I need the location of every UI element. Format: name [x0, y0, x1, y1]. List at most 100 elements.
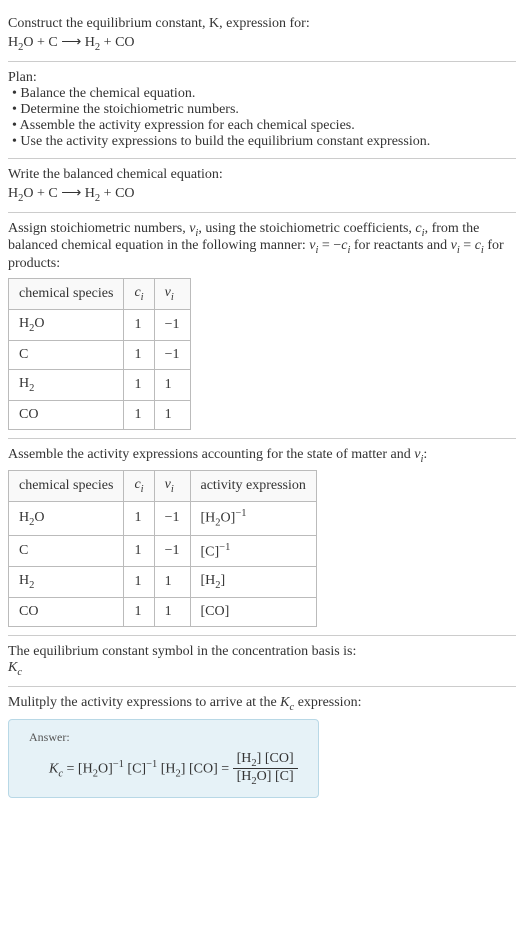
sup: −1: [235, 508, 246, 519]
intro-prompt: Construct the equilibrium constant, K, e…: [8, 16, 516, 32]
term: [H: [237, 751, 252, 766]
col-header: ci: [124, 471, 154, 502]
plan-bullet: • Use the activity expressions to build …: [8, 134, 516, 150]
text: O: [34, 316, 44, 331]
term: O]: [98, 761, 113, 776]
table-row: H2O 1 −1 [H2O]−1: [9, 502, 317, 535]
activity-table: chemical species ci νi activity expressi…: [8, 470, 317, 627]
activity-intro: Assemble the activity expressions accoun…: [8, 447, 516, 465]
cell: H2O: [9, 309, 124, 340]
answer-box: Answer: Kc = [H2O]−1 [C]−1 [H2] [CO] = […: [8, 719, 319, 799]
balanced-section: Write the balanced chemical equation: H2…: [8, 159, 516, 213]
cell: 1: [154, 598, 190, 627]
balanced-title: Write the balanced chemical equation:: [8, 167, 516, 183]
stoich-table: chemical species ci νi H2O 1 −1 C 1 −1 H…: [8, 278, 191, 429]
multiply-section: Mulitply the activity expressions to arr…: [8, 687, 516, 806]
cell: CO: [9, 400, 124, 429]
plan-bullet: • Assemble the activity expression for e…: [8, 118, 516, 134]
sub: i: [141, 484, 144, 495]
cell: 1: [154, 567, 190, 598]
term: [H: [78, 761, 93, 776]
col-header: activity expression: [190, 471, 316, 502]
intro-section: Construct the equilibrium constant, K, e…: [8, 8, 516, 62]
cell: H2: [9, 567, 124, 598]
cell: 1: [154, 400, 190, 429]
denominator: [H2O] [C]: [233, 769, 298, 787]
col-header: νi: [154, 279, 190, 310]
text: Assign stoichiometric numbers,: [8, 221, 189, 236]
numerator: [H2] [CO]: [233, 751, 298, 770]
kc-symbol: Kc: [8, 660, 516, 678]
plan-bullet: • Balance the chemical equation.: [8, 86, 516, 102]
cell: 1: [124, 502, 154, 535]
eq-part: H: [8, 35, 18, 50]
plan-bullet: • Determine the stoichiometric numbers.: [8, 102, 516, 118]
cell: 1: [124, 309, 154, 340]
cell: 1: [124, 340, 154, 369]
text: [C]: [201, 544, 220, 559]
text: O]: [221, 511, 236, 526]
col-header: chemical species: [9, 471, 124, 502]
col-header: chemical species: [9, 279, 124, 310]
cell: CO: [9, 598, 124, 627]
sup: −1: [113, 759, 124, 770]
term: [CO]: [189, 761, 218, 776]
symbol-section: The equilibrium constant symbol in the c…: [8, 636, 516, 687]
cell: −1: [154, 535, 190, 567]
cell: [H2]: [190, 567, 316, 598]
text: H: [19, 510, 29, 525]
eq-part: O + C: [23, 35, 57, 50]
term: ] [CO]: [257, 751, 294, 766]
table-row: H2 1 1 [H2]: [9, 567, 317, 598]
arrow: ⟶: [58, 186, 85, 201]
plan-section: Plan: • Balance the chemical equation. •…: [8, 62, 516, 159]
sub: 2: [29, 383, 34, 394]
table-row: CO 1 1 [CO]: [9, 598, 317, 627]
col-header: ci: [124, 279, 154, 310]
multiply-text: Mulitply the activity expressions to arr…: [8, 695, 516, 713]
cell: [C]−1: [190, 535, 316, 567]
eq-part: H: [85, 186, 95, 201]
text: :: [423, 447, 427, 462]
sub: 2: [29, 580, 34, 591]
eq: =: [218, 761, 233, 776]
cell: H2O: [9, 502, 124, 535]
arrow: ⟶: [58, 35, 85, 50]
cell: −1: [154, 502, 190, 535]
balanced-equation: H2O + C ⟶ H2 + CO: [8, 185, 516, 204]
answer-label: Answer:: [29, 730, 298, 745]
text: [H: [201, 573, 216, 588]
symbol-text: The equilibrium constant symbol in the c…: [8, 644, 516, 660]
table-row: H2O 1 −1: [9, 309, 191, 340]
fraction: [H2] [CO][H2O] [C]: [233, 751, 298, 788]
sub: i: [141, 292, 144, 303]
cell: [H2O]−1: [190, 502, 316, 535]
cell: −1: [154, 309, 190, 340]
stoich-intro: Assign stoichiometric numbers, νi, using…: [8, 221, 516, 273]
k: K: [8, 660, 17, 675]
text: H: [19, 316, 29, 331]
plan-title: Plan:: [8, 70, 516, 86]
cell: −1: [154, 340, 190, 369]
table-row: CO 1 1: [9, 400, 191, 429]
cell: 1: [124, 567, 154, 598]
cell: [CO]: [190, 598, 316, 627]
cell: 1: [124, 369, 154, 400]
text: for reactants and: [350, 238, 450, 253]
sub: i: [171, 292, 174, 303]
text: O: [34, 510, 44, 525]
eq-part: H: [8, 186, 18, 201]
cell: 1: [154, 369, 190, 400]
kc-expression: Kc = [H2O]−1 [C]−1 [H2] [CO] = [H2] [CO]…: [29, 751, 298, 788]
term: O] [C]: [257, 769, 294, 784]
cell: C: [9, 535, 124, 567]
eq-part: + CO: [100, 186, 134, 201]
text: = −: [318, 238, 341, 253]
text: expression:: [294, 695, 361, 710]
eq-part: + CO: [100, 35, 134, 50]
activity-section: Assemble the activity expressions accoun…: [8, 439, 516, 637]
text: H: [19, 376, 29, 391]
cell: 1: [124, 535, 154, 567]
table-header-row: chemical species ci νi activity expressi…: [9, 471, 317, 502]
cell: 1: [124, 598, 154, 627]
